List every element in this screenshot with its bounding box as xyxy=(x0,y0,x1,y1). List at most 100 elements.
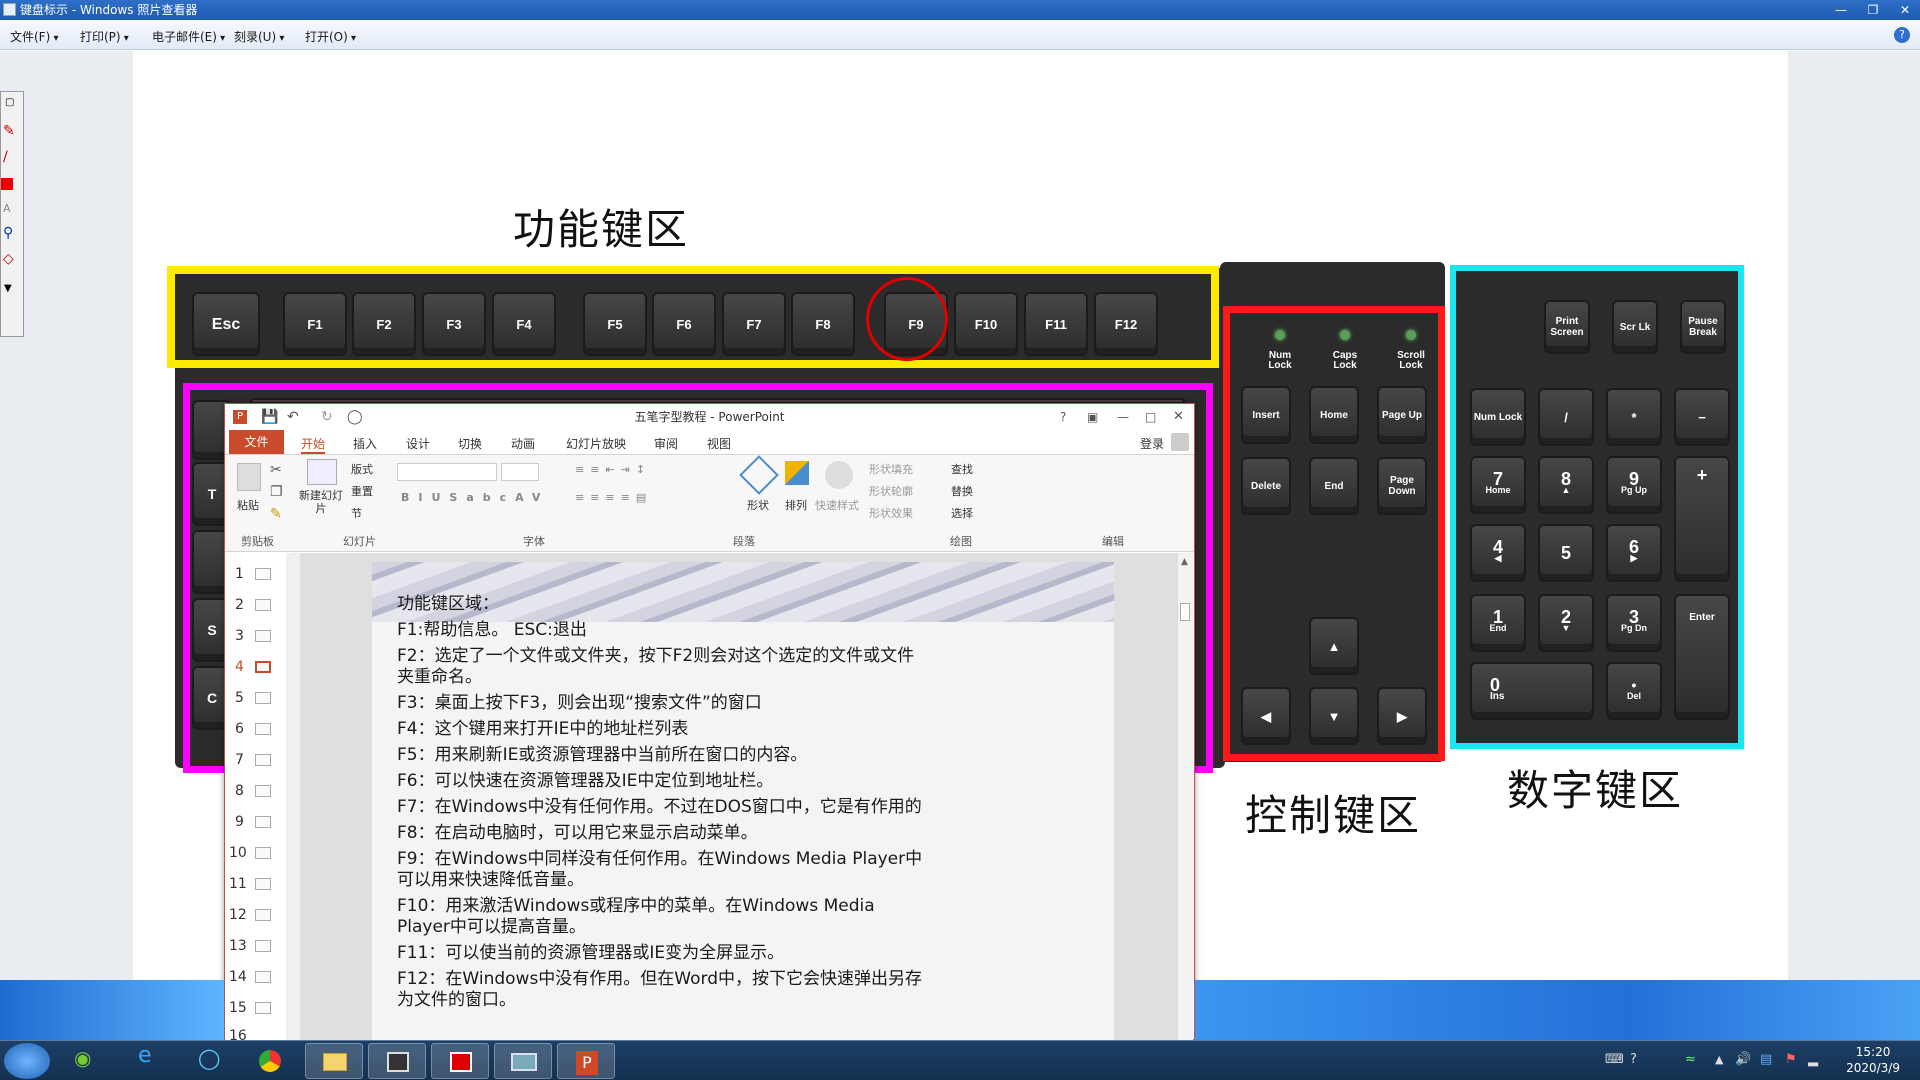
signal-icon[interactable]: ▂ xyxy=(1808,1053,1818,1067)
thumbnail-scrollbar[interactable] xyxy=(286,553,300,1040)
dropdown-icon[interactable]: ▼ xyxy=(4,282,12,296)
start-button[interactable] xyxy=(4,1043,50,1079)
new-slide-button[interactable]: 新建幻灯片 xyxy=(299,489,343,515)
volume-icon[interactable]: 🔊 xyxy=(1735,1053,1751,1067)
shape-effect-button[interactable]: 形状效果 xyxy=(869,505,913,521)
taskbar-app-photo-viewer-icon[interactable] xyxy=(494,1043,552,1079)
slide-thumbnail[interactable] xyxy=(255,568,271,580)
slide-number[interactable]: 7 xyxy=(235,752,244,768)
slide-number[interactable]: 12 xyxy=(229,907,247,923)
slide-thumbnail[interactable] xyxy=(255,878,271,890)
arrange-button[interactable]: 排列 xyxy=(785,497,807,513)
quick-style-icon[interactable] xyxy=(825,461,853,489)
slide-thumbnail[interactable] xyxy=(255,630,271,642)
slide-number[interactable]: 5 xyxy=(235,690,244,706)
menu-burn[interactable]: 刻录(U) xyxy=(234,28,284,45)
taskbar-app-recorder-icon[interactable] xyxy=(431,1043,489,1079)
slide-thumbnail[interactable] xyxy=(255,971,271,983)
tab-slideshow[interactable]: 幻灯片放映 xyxy=(566,435,626,452)
slide-thumbnail[interactable] xyxy=(255,785,271,797)
wifi-icon[interactable]: ≈ xyxy=(1685,1053,1696,1067)
slide-number[interactable]: 3 xyxy=(235,628,244,644)
cut-icon[interactable]: ✂ xyxy=(270,463,282,477)
slide-thumbnail[interactable] xyxy=(255,847,271,859)
ppt-help-icon[interactable]: ? xyxy=(1060,410,1066,424)
taskbar-app-powerpoint-icon[interactable]: P xyxy=(557,1043,615,1079)
taskbar-app-ie-alt-icon[interactable]: ◯ xyxy=(178,1043,236,1079)
ribbon-display-icon[interactable]: ▣ xyxy=(1087,410,1098,424)
font-format-icons[interactable]: BIUSabcAV xyxy=(401,491,549,504)
action-center-icon[interactable]: ⚑ xyxy=(1785,1053,1797,1067)
slide-thumbnail[interactable] xyxy=(255,599,271,611)
slide-thumbnail[interactable] xyxy=(255,1002,271,1014)
taskbar-app-chrome-icon[interactable] xyxy=(241,1043,299,1079)
select-button[interactable]: 选择 xyxy=(951,505,973,521)
taskbar-app-360-icon[interactable]: ◉ xyxy=(56,1043,114,1079)
editor-scrollbar[interactable]: ▲ xyxy=(1177,553,1193,1040)
color-swatch-icon[interactable] xyxy=(1,178,13,190)
quick-style-button[interactable]: 快速样式 xyxy=(815,497,859,513)
slide-number[interactable]: 14 xyxy=(229,969,247,985)
slide-thumbnail[interactable] xyxy=(255,940,271,952)
help-icon[interactable]: ? xyxy=(1894,27,1910,43)
menu-open[interactable]: 打开(O) xyxy=(305,28,356,45)
ppt-maximize-icon[interactable]: □ xyxy=(1145,410,1156,424)
align-icons[interactable]: ≡≡≡≡▤ xyxy=(575,491,652,504)
slide-thumbnail[interactable] xyxy=(255,909,271,921)
taskbar-app-explorer-icon[interactable] xyxy=(305,1043,363,1079)
line-icon[interactable]: ∕ xyxy=(3,150,8,164)
slide-thumbnail[interactable] xyxy=(255,692,271,704)
slide-number[interactable]: 16 xyxy=(229,1028,247,1040)
help-tray-icon[interactable]: ? xyxy=(1630,1053,1637,1067)
tab-file[interactable]: 文件 xyxy=(229,430,284,454)
font-size-select[interactable] xyxy=(501,463,539,481)
paste-button[interactable]: 粘贴 xyxy=(237,497,259,513)
slide-thumbnail-active[interactable] xyxy=(255,661,271,673)
menu-email[interactable]: 电子邮件(E) xyxy=(152,28,225,45)
slide-number[interactable]: 9 xyxy=(235,814,244,830)
format-painter-icon[interactable]: ✎ xyxy=(270,507,282,521)
slide-number[interactable]: 10 xyxy=(229,845,247,861)
restore-button[interactable]: ❐ xyxy=(1862,0,1884,20)
system-clock[interactable]: 15:20 2020/3/9 xyxy=(1846,1044,1900,1076)
slide-number[interactable]: 6 xyxy=(235,721,244,737)
find-button[interactable]: 查找 xyxy=(951,461,973,477)
shape-fill-button[interactable]: 形状填充 xyxy=(869,461,913,477)
copy-icon[interactable]: ❐ xyxy=(270,485,283,499)
shape-outline-button[interactable]: 形状轮廓 xyxy=(869,483,913,499)
tab-design[interactable]: 设计 xyxy=(406,435,430,452)
slide-number[interactable]: 15 xyxy=(229,1000,247,1016)
tab-home[interactable]: 开始 xyxy=(301,435,326,454)
avatar[interactable] xyxy=(1171,433,1189,451)
slide-number[interactable]: 11 xyxy=(229,876,247,892)
slide-number-active[interactable]: 4 xyxy=(235,659,244,675)
zoom-icon[interactable]: ⚲ xyxy=(3,226,13,240)
slide-number[interactable]: 8 xyxy=(235,783,244,799)
tab-insert[interactable]: 插入 xyxy=(353,435,377,452)
section-button[interactable]: 节 xyxy=(351,505,362,521)
tab-view[interactable]: 视图 xyxy=(707,435,731,452)
font-name-select[interactable] xyxy=(397,463,497,481)
slide-number[interactable]: 13 xyxy=(229,938,247,954)
ppt-close-icon[interactable]: ✕ xyxy=(1173,410,1184,424)
slide-number[interactable]: 2 xyxy=(235,597,244,613)
slide-thumbnail[interactable] xyxy=(255,816,271,828)
slide-thumbnail[interactable] xyxy=(255,723,271,735)
text-icon[interactable]: A xyxy=(3,202,11,216)
eraser-icon[interactable]: ◇ xyxy=(3,252,14,266)
menu-print[interactable]: 打印(P) xyxy=(80,28,129,45)
minimize-button[interactable]: — xyxy=(1830,0,1852,20)
scroll-up-icon[interactable]: ▲ xyxy=(1181,555,1188,569)
shape-button[interactable]: 形状 xyxy=(747,497,769,513)
tab-review[interactable]: 审阅 xyxy=(654,435,678,452)
tab-transitions[interactable]: 切换 xyxy=(458,435,482,452)
close-button[interactable]: ✕ xyxy=(1894,0,1916,20)
network-icon[interactable]: ▤ xyxy=(1760,1053,1772,1067)
slide-number[interactable]: 1 xyxy=(235,566,244,582)
scroll-thumb[interactable] xyxy=(1180,603,1190,621)
paste-icon[interactable] xyxy=(237,463,261,491)
taskbar-app-ie-icon[interactable]: e xyxy=(118,1043,176,1079)
list-icons[interactable]: ≡≡⇤⇥↕ xyxy=(575,463,651,476)
close-toolstrip-icon[interactable]: ▢ xyxy=(5,96,14,110)
new-slide-icon[interactable] xyxy=(307,459,337,485)
